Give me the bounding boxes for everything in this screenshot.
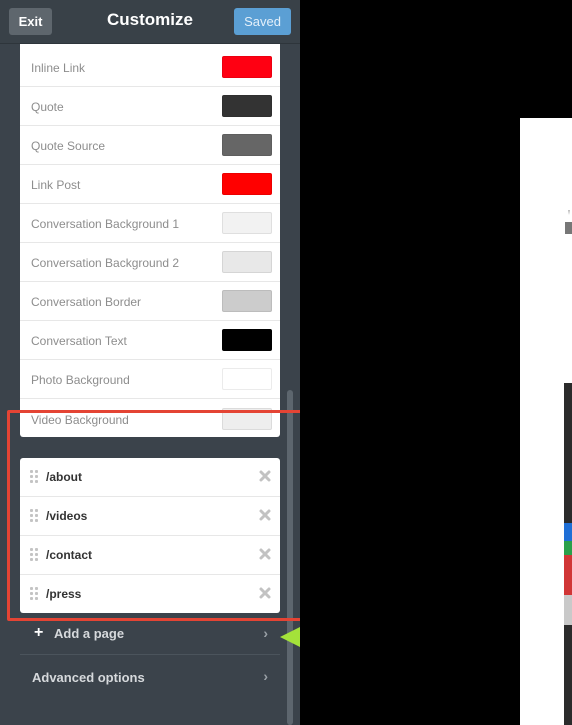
color-label: Conversation Border bbox=[31, 295, 142, 309]
color-row-quote: Quote bbox=[20, 87, 280, 126]
color-row-conversation-background-1: Conversation Background 1 bbox=[20, 204, 280, 243]
chevron-right-icon: › bbox=[263, 668, 268, 684]
color-label: Inline Link bbox=[31, 61, 86, 75]
color-swatch[interactable] bbox=[222, 368, 272, 390]
plus-icon: + bbox=[34, 624, 44, 641]
color-row-conversation-background-2: Conversation Background 2 bbox=[20, 243, 280, 282]
highlight-box bbox=[7, 410, 305, 621]
preview-quote-glyph bbox=[565, 210, 572, 234]
color-swatch[interactable] bbox=[222, 251, 272, 273]
customize-toolbar: Exit Customize Saved bbox=[0, 0, 300, 44]
color-settings-list: Inline Link Quote Quote Source Link Post… bbox=[20, 44, 280, 437]
color-swatch[interactable] bbox=[222, 329, 272, 351]
color-label: Conversation Text bbox=[31, 334, 127, 348]
exit-button[interactable]: Exit bbox=[9, 8, 52, 35]
color-label: Photo Background bbox=[31, 373, 130, 387]
color-label: Quote bbox=[31, 100, 64, 114]
color-row-conversation-text: Conversation Text bbox=[20, 321, 280, 360]
color-row-conversation-border: Conversation Border bbox=[20, 282, 280, 321]
color-swatch[interactable] bbox=[222, 95, 272, 117]
color-swatch[interactable] bbox=[222, 212, 272, 234]
color-swatch[interactable] bbox=[222, 56, 272, 78]
add-page-label: Add a page bbox=[54, 626, 125, 641]
color-label: Conversation Background 2 bbox=[31, 256, 180, 270]
color-label: Link Post bbox=[31, 178, 81, 192]
advanced-options-button[interactable]: Advanced options › bbox=[20, 656, 280, 697]
color-row-link-post: Link Post bbox=[20, 165, 280, 204]
preview-photo bbox=[564, 383, 572, 725]
color-row-photo-background: Photo Background bbox=[20, 360, 280, 399]
panel-title: Customize bbox=[107, 10, 193, 29]
chevron-right-icon: › bbox=[263, 625, 268, 641]
color-row-inline-link: Inline Link bbox=[20, 44, 280, 87]
color-label: Quote Source bbox=[31, 139, 106, 153]
color-swatch[interactable] bbox=[222, 173, 272, 195]
saved-button[interactable]: Saved bbox=[234, 8, 291, 35]
color-row-quote-source: Quote Source bbox=[20, 126, 280, 165]
color-swatch[interactable] bbox=[222, 290, 272, 312]
color-swatch[interactable] bbox=[222, 134, 272, 156]
advanced-options-label: Advanced options bbox=[32, 670, 145, 685]
color-label: Conversation Background 1 bbox=[31, 217, 180, 231]
